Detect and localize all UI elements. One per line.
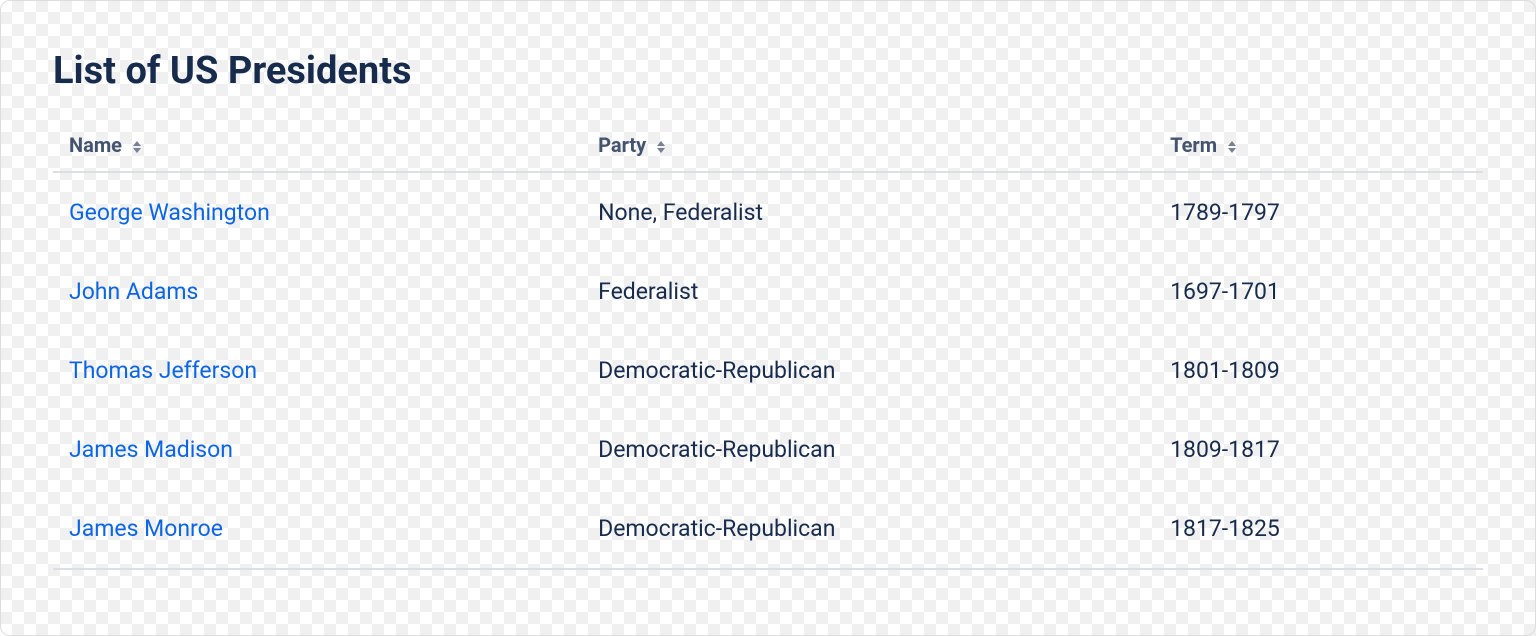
sort-icon [133, 141, 141, 153]
president-term: 1817-1825 [1154, 489, 1483, 569]
president-name-link[interactable]: James Madison [69, 436, 233, 463]
president-name-link[interactable]: John Adams [69, 278, 198, 305]
column-header-term[interactable]: Term [1154, 121, 1483, 172]
president-name-link[interactable]: George Washington [69, 199, 270, 226]
presidents-table: Name Party Term George Washington None, … [53, 121, 1483, 570]
sort-icon [1228, 141, 1236, 153]
president-term: 1809-1817 [1154, 410, 1483, 489]
president-party: None, Federalist [582, 172, 1154, 252]
president-term: 1801-1809 [1154, 331, 1483, 410]
president-term: 1697-1701 [1154, 252, 1483, 331]
president-name-link[interactable]: James Monroe [69, 515, 223, 542]
president-party: Federalist [582, 252, 1154, 331]
table-row: George Washington None, Federalist 1789-… [53, 172, 1483, 252]
table-row: John Adams Federalist 1697-1701 [53, 252, 1483, 331]
table-row: James Monroe Democratic-Republican 1817-… [53, 489, 1483, 569]
column-header-party-label: Party [598, 133, 646, 157]
column-header-name-label: Name [69, 133, 122, 157]
column-header-term-label: Term [1170, 133, 1217, 157]
table-row: Thomas Jefferson Democratic-Republican 1… [53, 331, 1483, 410]
column-header-name[interactable]: Name [53, 121, 582, 172]
table-row: James Madison Democratic-Republican 1809… [53, 410, 1483, 489]
president-name-link[interactable]: Thomas Jefferson [69, 357, 257, 384]
sort-icon [657, 141, 665, 153]
president-term: 1789-1797 [1154, 172, 1483, 252]
column-header-party[interactable]: Party [582, 121, 1154, 172]
page-title: List of US Presidents [53, 49, 1483, 93]
president-party: Democratic-Republican [582, 331, 1154, 410]
president-party: Democratic-Republican [582, 489, 1154, 569]
president-party: Democratic-Republican [582, 410, 1154, 489]
